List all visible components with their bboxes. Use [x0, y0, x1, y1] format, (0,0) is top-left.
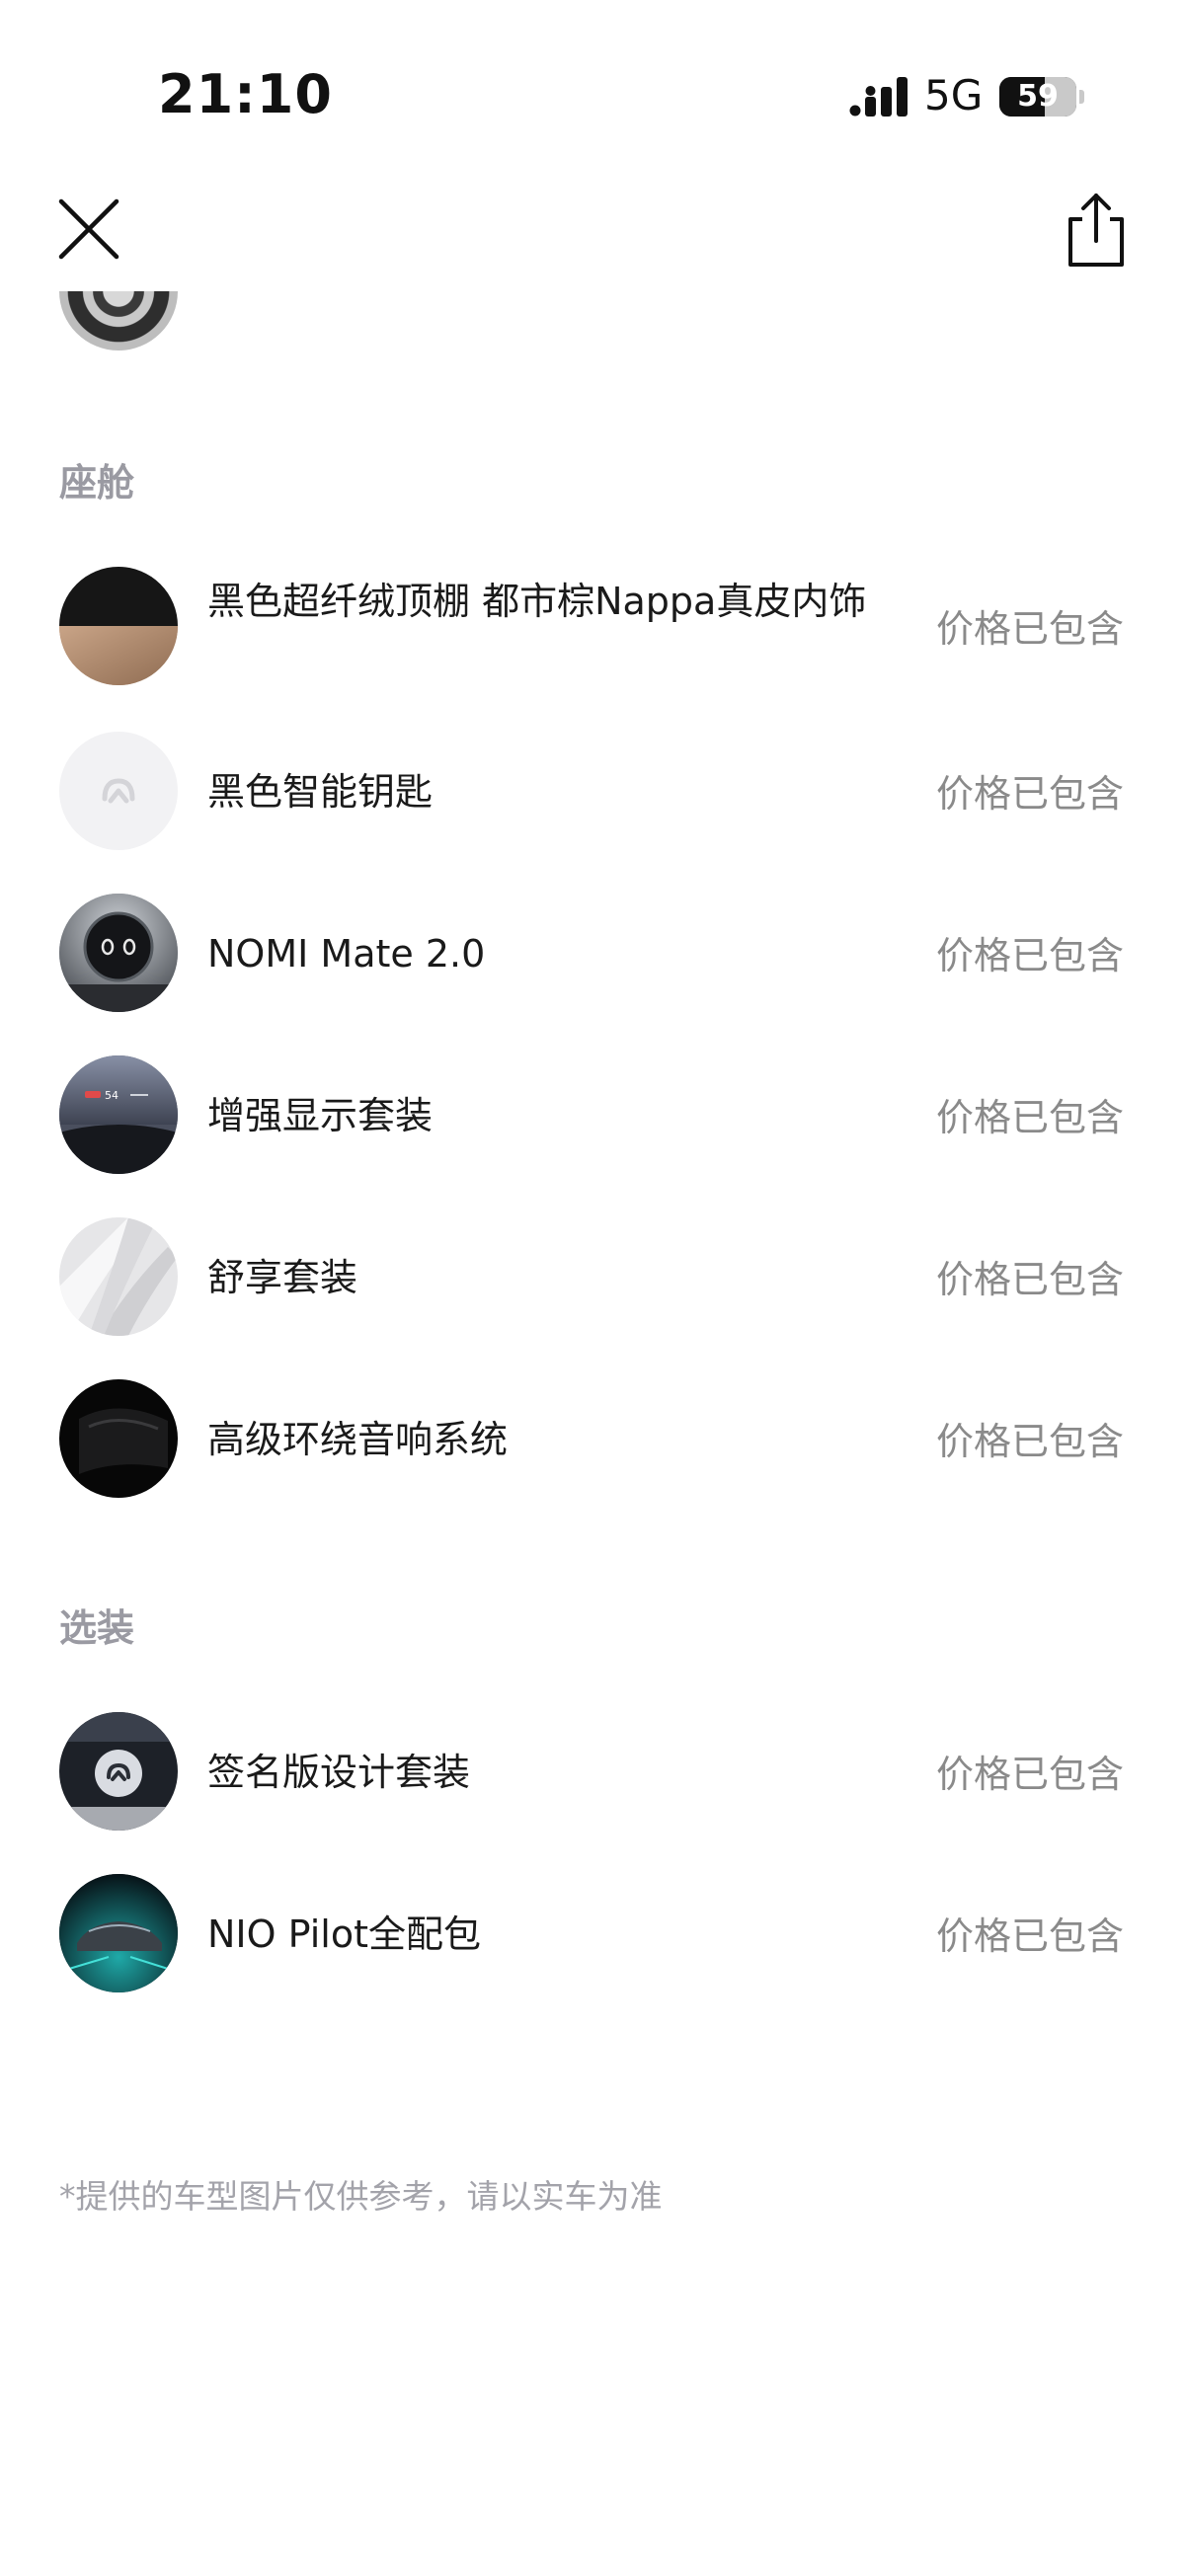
list-item[interactable]: NIO Pilot全配包 价格已包含: [0, 1874, 1185, 1994]
hud-display-thumbnail: 54: [59, 1055, 178, 1174]
list-item[interactable]: 黑色超纤绒顶棚 都市棕Nappa真皮内饰 价格已包含: [0, 567, 1185, 687]
item-name: 高级环绕音响系统: [207, 1418, 509, 1461]
item-price: 价格已包含: [935, 1096, 1124, 1139]
battery-level: 59: [1017, 79, 1059, 114]
list-item[interactable]: 黑色智能钥匙 价格已包含: [0, 732, 1185, 852]
list-item[interactable]: 舒享套装 价格已包含: [0, 1217, 1185, 1338]
item-price: 价格已包含: [935, 1914, 1124, 1958]
signature-package-thumbnail: [59, 1712, 178, 1831]
close-button[interactable]: [49, 190, 128, 269]
section-title-cabin: 座舱: [59, 461, 135, 505]
item-name: NOMI Mate 2.0: [207, 932, 486, 976]
item-price: 价格已包含: [935, 1420, 1124, 1463]
item-price: 价格已包含: [935, 1258, 1124, 1301]
battery-icon: 59: [999, 77, 1076, 117]
item-name: 黑色智能钥匙: [207, 770, 434, 814]
share-button[interactable]: [1057, 190, 1136, 269]
nomi-mate-thumbnail: [59, 894, 178, 1012]
comfort-seat-thumbnail: [59, 1217, 178, 1336]
nio-pilot-thumbnail: [59, 1874, 178, 1992]
item-name: 签名版设计套装: [207, 1751, 471, 1794]
item-name: NIO Pilot全配包: [207, 1912, 481, 1956]
list-item[interactable]: 54 增强显示套装 价格已包含: [0, 1055, 1185, 1176]
section-title-options: 选装: [59, 1606, 135, 1650]
disclaimer: *提供的车型图片仅供参考，请以实车为准: [59, 2177, 663, 2216]
network-type: 5G: [924, 71, 984, 119]
item-price: 价格已包含: [935, 1753, 1124, 1796]
list-item[interactable]: 签名版设计套装 价格已包含: [0, 1712, 1185, 1833]
share-icon: [1068, 194, 1124, 267]
partial-list-item: [0, 291, 1185, 360]
wheel-icon: [59, 291, 178, 351]
hud-speed: 54: [105, 1089, 118, 1102]
battery-tip: [1079, 90, 1084, 104]
smart-key-thumbnail: [59, 732, 178, 850]
item-name: 黑色超纤绒顶棚 都市棕Nappa真皮内饰: [207, 580, 867, 623]
item-price: 价格已包含: [935, 607, 1124, 651]
status-time: 21:10: [158, 63, 333, 125]
item-price: 价格已包含: [935, 934, 1124, 977]
item-name: 舒享套装: [207, 1256, 358, 1299]
signal-icon: [849, 77, 908, 117]
close-icon: [58, 198, 119, 260]
item-price: 价格已包含: [935, 772, 1124, 816]
audio-system-thumbnail: [59, 1379, 178, 1498]
status-bar: 21:10 5G 59: [0, 0, 1185, 188]
interior-trim-thumbnail: [59, 567, 178, 685]
list-item[interactable]: 高级环绕音响系统 价格已包含: [0, 1379, 1185, 1500]
list-item[interactable]: NOMI Mate 2.0 价格已包含: [0, 894, 1185, 1014]
item-name: 增强显示套装: [207, 1094, 434, 1137]
